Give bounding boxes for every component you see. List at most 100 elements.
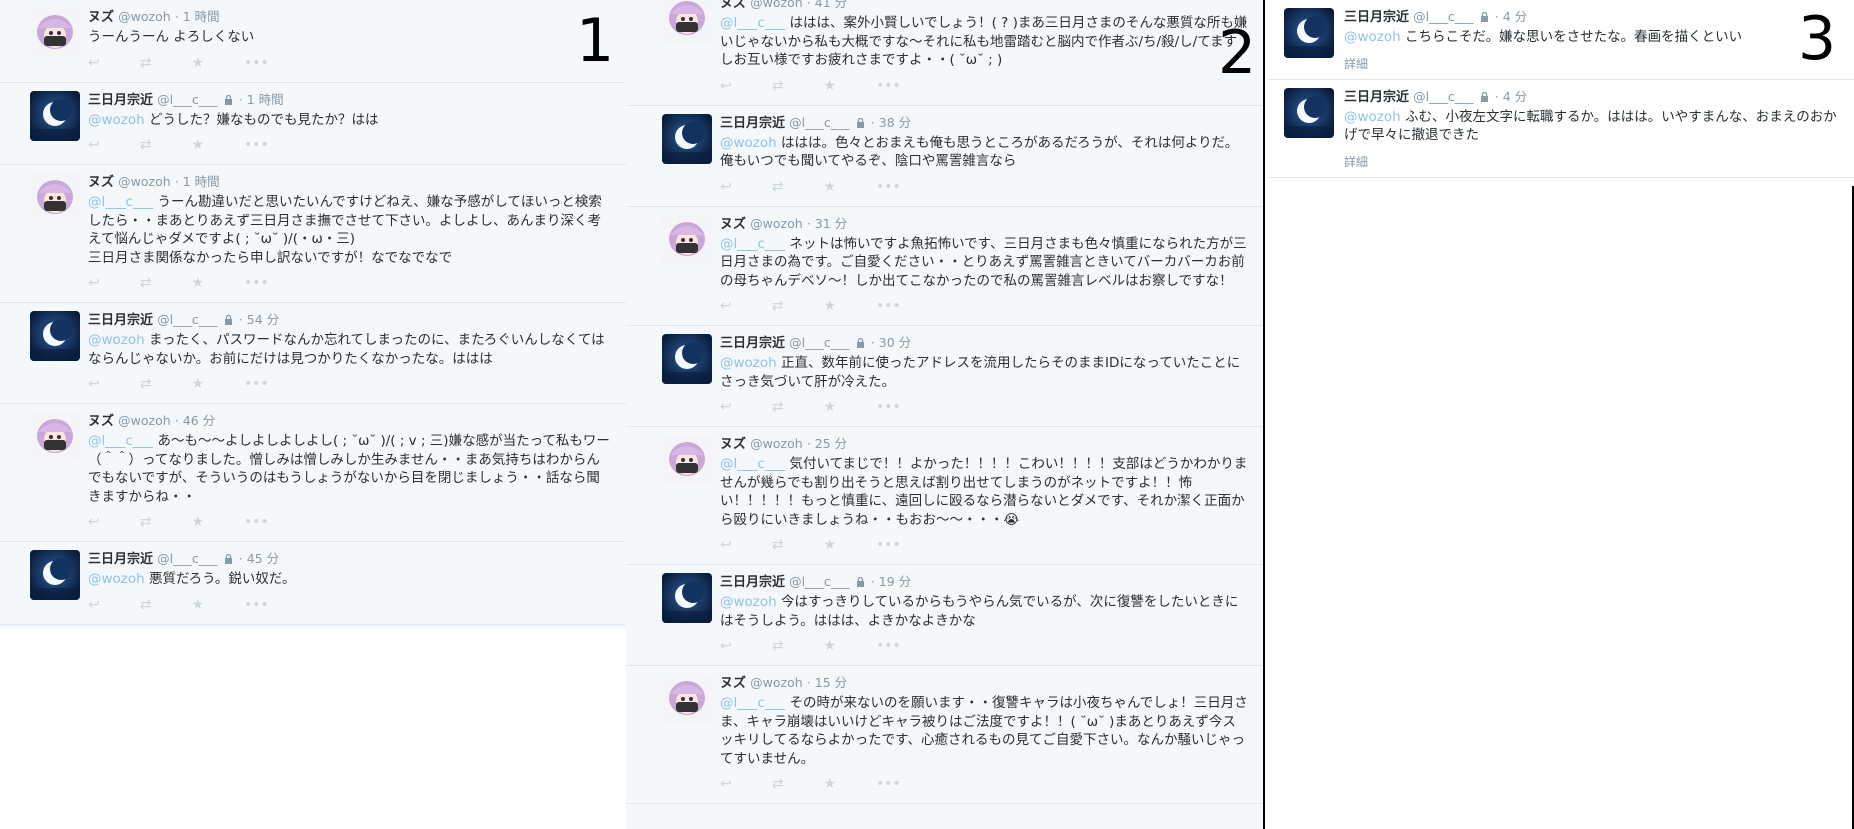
display-name[interactable]: ヌズ (720, 437, 746, 452)
moon-avatar[interactable] (662, 573, 712, 623)
display-name[interactable]: ヌズ (88, 414, 114, 429)
reply-icon[interactable]: ↩ (88, 134, 100, 156)
moon-avatar[interactable] (30, 90, 80, 141)
tweet[interactable]: ヌズ @wozoh · 1 時間 うーんうーん よろしくない ↩ ⇄ ★ ••• (0, 0, 626, 83)
mention-link[interactable]: @wozoh (720, 355, 777, 371)
more-icon[interactable]: ••• (244, 272, 269, 294)
girl-avatar[interactable] (30, 173, 80, 223)
display-name[interactable]: 三日月宗近 (720, 336, 785, 351)
display-name[interactable]: ヌズ (720, 0, 746, 11)
favorite-icon[interactable]: ★ (823, 396, 836, 418)
mention-link[interactable]: @l___c___ (720, 695, 785, 711)
tweet[interactable]: 三日月宗近 @l___c___ · 19 分 @wozoh 今はすっきりしている… (626, 565, 1263, 666)
retweet-icon[interactable]: ⇄ (772, 295, 784, 317)
more-icon[interactable]: ••• (876, 396, 901, 418)
girl-avatar[interactable] (662, 435, 712, 485)
more-icon[interactable]: ••• (876, 534, 901, 556)
mention-link[interactable]: @wozoh (720, 135, 777, 151)
mention-link[interactable]: @l___c___ (720, 15, 785, 31)
mention-link[interactable]: @l___c___ (720, 236, 785, 252)
timestamp[interactable]: · 1 時間 (175, 9, 220, 24)
handle[interactable]: @l___c___ (789, 335, 849, 350)
reply-icon[interactable]: ↩ (88, 594, 100, 616)
tweet[interactable]: ヌズ @wozoh · 41 分 @l___c___ ははは、案外小賢しいでしょ… (626, 0, 1263, 106)
detail-link[interactable]: 詳細 (1344, 55, 1844, 71)
timestamp[interactable]: · 45 分 (239, 551, 279, 566)
display-name[interactable]: 三日月宗近 (720, 575, 785, 590)
moon-avatar[interactable] (662, 113, 712, 164)
tweet[interactable]: ヌズ @wozoh · 25 分 @l___c___ 気付いてまじで！！よかった… (626, 427, 1263, 565)
handle[interactable]: @wozoh (750, 675, 803, 690)
timestamp[interactable]: · 19 分 (871, 574, 911, 589)
handle[interactable]: @wozoh (118, 413, 171, 428)
handle[interactable]: @l___c___ (157, 312, 217, 327)
tweet[interactable]: 三日月宗近 @l___c___ · 1 時間 @wozoh どうした？嫌なもので… (0, 83, 626, 165)
tweet[interactable]: 三日月宗近 @l___c___ · 38 分 @wozoh ははは。色々とおまえ… (626, 106, 1263, 207)
favorite-icon[interactable]: ★ (823, 295, 836, 317)
moon-avatar[interactable] (30, 550, 80, 600)
favorite-icon[interactable]: ★ (823, 176, 836, 198)
favorite-icon[interactable]: ★ (191, 272, 204, 294)
retweet-icon[interactable]: ⇄ (772, 75, 784, 97)
detail-link[interactable]: 詳細 (1344, 153, 1844, 169)
reply-icon[interactable]: ↩ (88, 511, 100, 533)
more-icon[interactable]: ••• (244, 511, 269, 533)
timestamp[interactable]: · 46 分 (175, 413, 215, 428)
tweet[interactable]: 三日月宗近 @l___c___ · 4 分 @wozoh ふむ、小夜左文字に転職… (1268, 80, 1854, 178)
retweet-icon[interactable]: ⇄ (140, 511, 152, 533)
retweet-icon[interactable]: ⇄ (772, 396, 784, 418)
favorite-icon[interactable]: ★ (191, 594, 204, 616)
reply-icon[interactable]: ↩ (720, 773, 732, 795)
more-icon[interactable]: ••• (244, 52, 269, 74)
tweet[interactable]: ヌズ @wozoh · 1 時間 @l___c___ うーん勘違いだと思いたいん… (0, 165, 626, 303)
favorite-icon[interactable]: ★ (191, 373, 204, 395)
handle[interactable]: @wozoh (750, 436, 803, 451)
moon-avatar[interactable] (1284, 8, 1334, 58)
girl-avatar[interactable] (662, 0, 712, 44)
favorite-icon[interactable]: ★ (191, 134, 204, 156)
handle[interactable]: @l___c___ (1413, 89, 1473, 104)
reply-icon[interactable]: ↩ (88, 272, 100, 294)
reply-icon[interactable]: ↩ (720, 396, 732, 418)
display-name[interactable]: 三日月宗近 (88, 93, 153, 108)
tweet[interactable]: 三日月宗近 @l___c___ · 4 分 @wozoh こちらこそだ。嫌な思い… (1268, 0, 1854, 80)
handle[interactable]: @wozoh (750, 0, 803, 10)
timestamp[interactable]: · 15 分 (807, 675, 847, 690)
retweet-icon[interactable]: ⇄ (772, 773, 784, 795)
retweet-icon[interactable]: ⇄ (140, 373, 152, 395)
timestamp[interactable]: · 30 分 (871, 335, 911, 350)
handle[interactable]: @l___c___ (789, 115, 849, 130)
display-name[interactable]: 三日月宗近 (88, 313, 153, 328)
timestamp[interactable]: · 4 分 (1495, 9, 1527, 24)
retweet-icon[interactable]: ⇄ (140, 594, 152, 616)
reply-icon[interactable]: ↩ (88, 52, 100, 74)
reply-icon[interactable]: ↩ (720, 295, 732, 317)
more-icon[interactable]: ••• (876, 773, 901, 795)
more-icon[interactable]: ••• (244, 134, 269, 156)
mention-link[interactable]: @wozoh (1344, 109, 1401, 125)
handle[interactable]: @l___c___ (157, 551, 217, 566)
display-name[interactable]: 三日月宗近 (1344, 10, 1409, 25)
reply-icon[interactable]: ↩ (720, 176, 732, 198)
moon-avatar[interactable] (30, 311, 80, 361)
favorite-icon[interactable]: ★ (191, 52, 204, 74)
moon-avatar[interactable] (1284, 87, 1334, 138)
favorite-icon[interactable]: ★ (823, 773, 836, 795)
timestamp[interactable]: · 31 分 (807, 216, 847, 231)
retweet-icon[interactable]: ⇄ (772, 534, 784, 556)
display-name[interactable]: ヌズ (88, 10, 114, 25)
favorite-icon[interactable]: ★ (823, 534, 836, 556)
handle[interactable]: @wozoh (750, 216, 803, 231)
mention-link[interactable]: @wozoh (720, 594, 777, 610)
display-name[interactable]: ヌズ (88, 175, 114, 190)
tweet[interactable]: 三日月宗近 @l___c___ · 45 分 @wozoh 悪質だろう。鋭い奴だ… (0, 542, 626, 625)
display-name[interactable]: 三日月宗近 (720, 116, 785, 131)
handle[interactable]: @l___c___ (1413, 9, 1473, 24)
timestamp[interactable]: · 4 分 (1495, 89, 1527, 104)
more-icon[interactable]: ••• (244, 373, 269, 395)
handle[interactable]: @l___c___ (789, 574, 849, 589)
handle[interactable]: @wozoh (118, 174, 171, 189)
tweet[interactable]: ヌズ @wozoh · 15 分 @l___c___ その時が来ないのを願います… (626, 666, 1263, 804)
favorite-icon[interactable]: ★ (823, 75, 836, 97)
girl-avatar[interactable] (30, 412, 80, 462)
